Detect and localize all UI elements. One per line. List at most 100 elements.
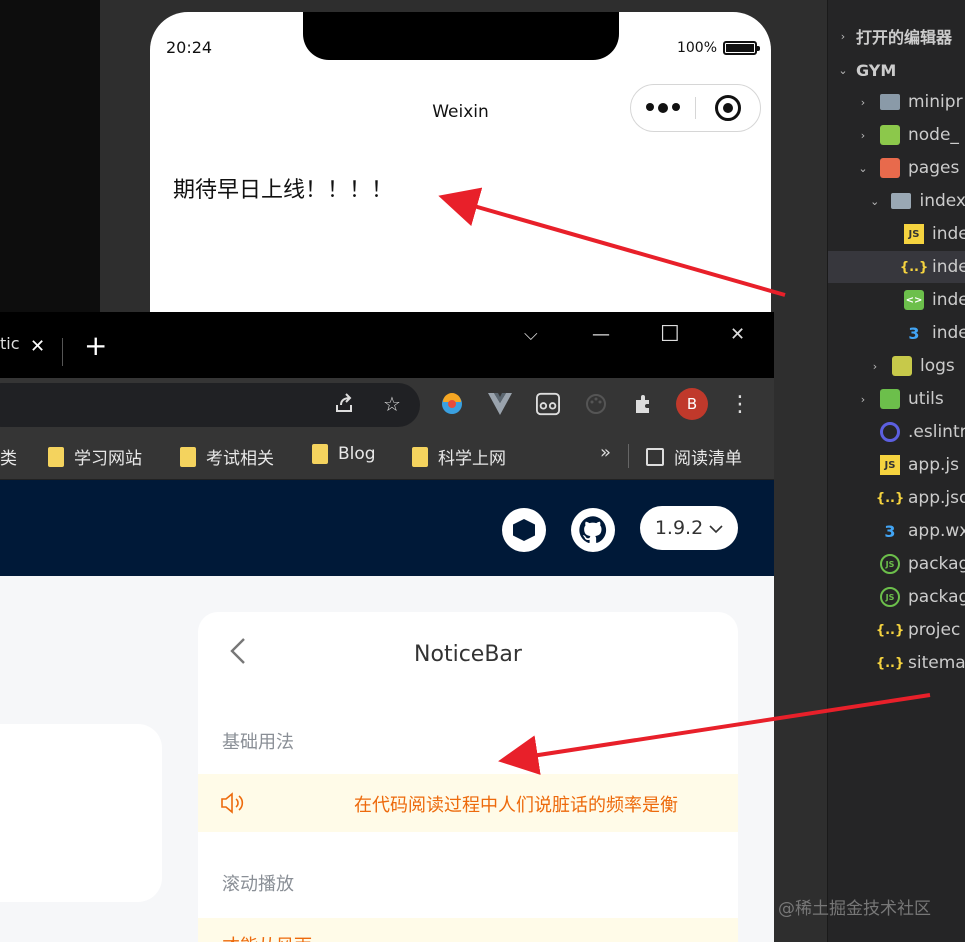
more-icon[interactable] <box>631 103 695 113</box>
bookmarks-overflow-icon[interactable]: » <box>600 442 611 463</box>
tree-item[interactable]: ⌄ pages <box>828 152 965 184</box>
palette-extension-icon[interactable] <box>584 392 608 416</box>
npm-json-icon: JS <box>880 587 900 607</box>
eslint-icon <box>880 422 900 442</box>
wxss-file-icon: 3 <box>908 323 920 343</box>
tree-item[interactable]: JS inde <box>828 218 965 250</box>
tab-search-icon[interactable]: ⌵ <box>524 324 538 345</box>
tree-item[interactable]: ⌄ index <box>828 185 965 217</box>
bookmark-label: 学习网站 <box>74 449 142 469</box>
bookmark-label: 类 <box>0 449 17 469</box>
chevron-right-icon: › <box>840 29 846 43</box>
tab-close-icon[interactable]: ✕ <box>30 336 45 357</box>
address-bar[interactable] <box>0 383 420 427</box>
bookmarks-divider <box>628 444 629 468</box>
volume-icon <box>220 792 244 814</box>
json-file-icon: {..} <box>875 622 905 638</box>
reading-list-button[interactable]: 阅读清单 <box>646 444 742 469</box>
close-window-button[interactable]: ✕ <box>730 324 745 345</box>
demo-title: NoticeBar <box>414 642 522 667</box>
bookmarks-bar: 类 学习网站 考试相关 Blog 科学上网 » 阅读清单 <box>0 432 774 480</box>
tree-item[interactable]: › node_ <box>828 119 965 151</box>
browser-toolbar: ☆ ⋮ <box>0 378 774 432</box>
vue-devtools-icon[interactable] <box>488 392 512 416</box>
npm-json-icon: JS <box>880 554 900 574</box>
version-selector[interactable]: 1.9.2 <box>640 506 738 550</box>
left-card <box>0 724 162 902</box>
notice-text: 才能从风雨 <box>222 932 312 942</box>
battery-percent: 100% <box>676 40 717 56</box>
logs-folder-icon <box>892 356 912 376</box>
battery-icon <box>723 41 760 55</box>
json-file-icon: {..} <box>875 655 905 671</box>
folder-icon <box>180 446 196 467</box>
wxml-file-icon: <> <box>904 290 924 310</box>
bookmark-item[interactable]: 类 <box>0 444 17 469</box>
phone-simulator: 20:24 100% Weixin 期待早日上线！！！！ <box>150 12 771 312</box>
tree-item[interactable]: › logs <box>828 350 965 382</box>
minimize-button[interactable]: — <box>592 324 610 345</box>
github-icon[interactable] <box>571 508 615 552</box>
open-folder-icon <box>891 193 912 209</box>
maximize-button[interactable]: ☐ <box>660 322 680 347</box>
close-miniprogram-icon[interactable] <box>696 95 760 121</box>
tree-item[interactable]: › utils <box>828 383 965 415</box>
bookmark-star-icon[interactable]: ☆ <box>380 392 404 416</box>
phone-notch <box>303 12 619 60</box>
bookmark-label: Blog <box>338 444 376 464</box>
tree-item[interactable]: .eslintr <box>828 416 965 448</box>
left-background <box>0 0 100 312</box>
tree-item[interactable]: JS app.js <box>828 449 965 481</box>
tree-item[interactable]: JS packag <box>828 581 965 613</box>
share-icon[interactable] <box>332 392 356 416</box>
tree-item[interactable]: JS packag <box>828 548 965 580</box>
notice-bar-scroll[interactable]: 才能从风雨 <box>198 918 738 942</box>
version-label: 1.9.2 <box>654 517 704 539</box>
bookmark-item[interactable]: 考试相关 <box>180 444 274 469</box>
tree-item[interactable]: {..} projec <box>828 614 965 646</box>
extensions-puzzle-icon[interactable] <box>632 392 656 416</box>
folder-icon <box>880 94 900 110</box>
bookmark-item[interactable]: Blog <box>312 444 376 464</box>
bookmark-item[interactable]: 科学上网 <box>412 444 506 469</box>
new-tab-button[interactable]: + <box>84 332 107 360</box>
utils-folder-icon <box>880 389 900 409</box>
profile-avatar[interactable]: B <box>676 388 708 420</box>
vant-logo-icon[interactable] <box>502 508 546 552</box>
tab-title[interactable]: tic <box>0 334 20 353</box>
tab-divider <box>62 338 63 366</box>
reader-extension-icon[interactable] <box>536 392 560 416</box>
tree-item[interactable]: <> inde <box>828 284 965 316</box>
section-title-basic: 基础用法 <box>222 732 294 753</box>
tree-item[interactable]: {..} sitema <box>828 647 965 679</box>
tree-item[interactable]: › minipr <box>828 86 965 118</box>
bookmark-label: 考试相关 <box>206 449 274 469</box>
tree-item-selected[interactable]: {..} inde <box>828 251 965 283</box>
folder-icon <box>48 446 64 467</box>
tree-item[interactable]: 3 inde <box>828 317 965 349</box>
section-title-scroll: 滚动播放 <box>222 874 294 895</box>
tree-item[interactable]: {..} app.jso <box>828 482 965 514</box>
browser-menu-icon[interactable]: ⋮ <box>728 392 752 417</box>
watermark: @稀土掘金技术社区 <box>778 899 931 919</box>
js-file-icon: JS <box>904 224 924 244</box>
root-folder[interactable]: ⌄ GYM <box>828 54 965 86</box>
json-file-icon: {..} <box>875 490 905 506</box>
open-editors-section[interactable]: › 打开的编辑器 <box>828 20 965 52</box>
status-time: 20:24 <box>166 38 213 57</box>
notice-bar[interactable]: 在代码阅读过程中人们说脏话的频率是衡 <box>198 774 738 832</box>
folder-icon <box>312 444 328 464</box>
notice-text: 在代码阅读过程中人们说脏话的频率是衡 <box>354 795 678 816</box>
extension-color-icon[interactable] <box>440 392 464 416</box>
tab-bar: tic ✕ + ⌵ — ☐ ✕ <box>0 312 774 378</box>
reading-list-label: 阅读清单 <box>674 449 742 469</box>
json-file-icon: {..} <box>899 259 929 275</box>
tree-item[interactable]: 3 app.wx <box>828 515 965 547</box>
menu-capsule[interactable] <box>630 84 761 132</box>
wxss-file-icon: 3 <box>884 521 896 541</box>
chevron-down-icon: ⌄ <box>838 63 848 77</box>
explorer-sidebar: › 打开的编辑器 ⌄ GYM › minipr › node_ ⌄ pages … <box>827 0 965 942</box>
pages-folder-icon <box>880 158 900 178</box>
js-file-icon: JS <box>880 455 900 475</box>
bookmark-item[interactable]: 学习网站 <box>48 444 142 469</box>
